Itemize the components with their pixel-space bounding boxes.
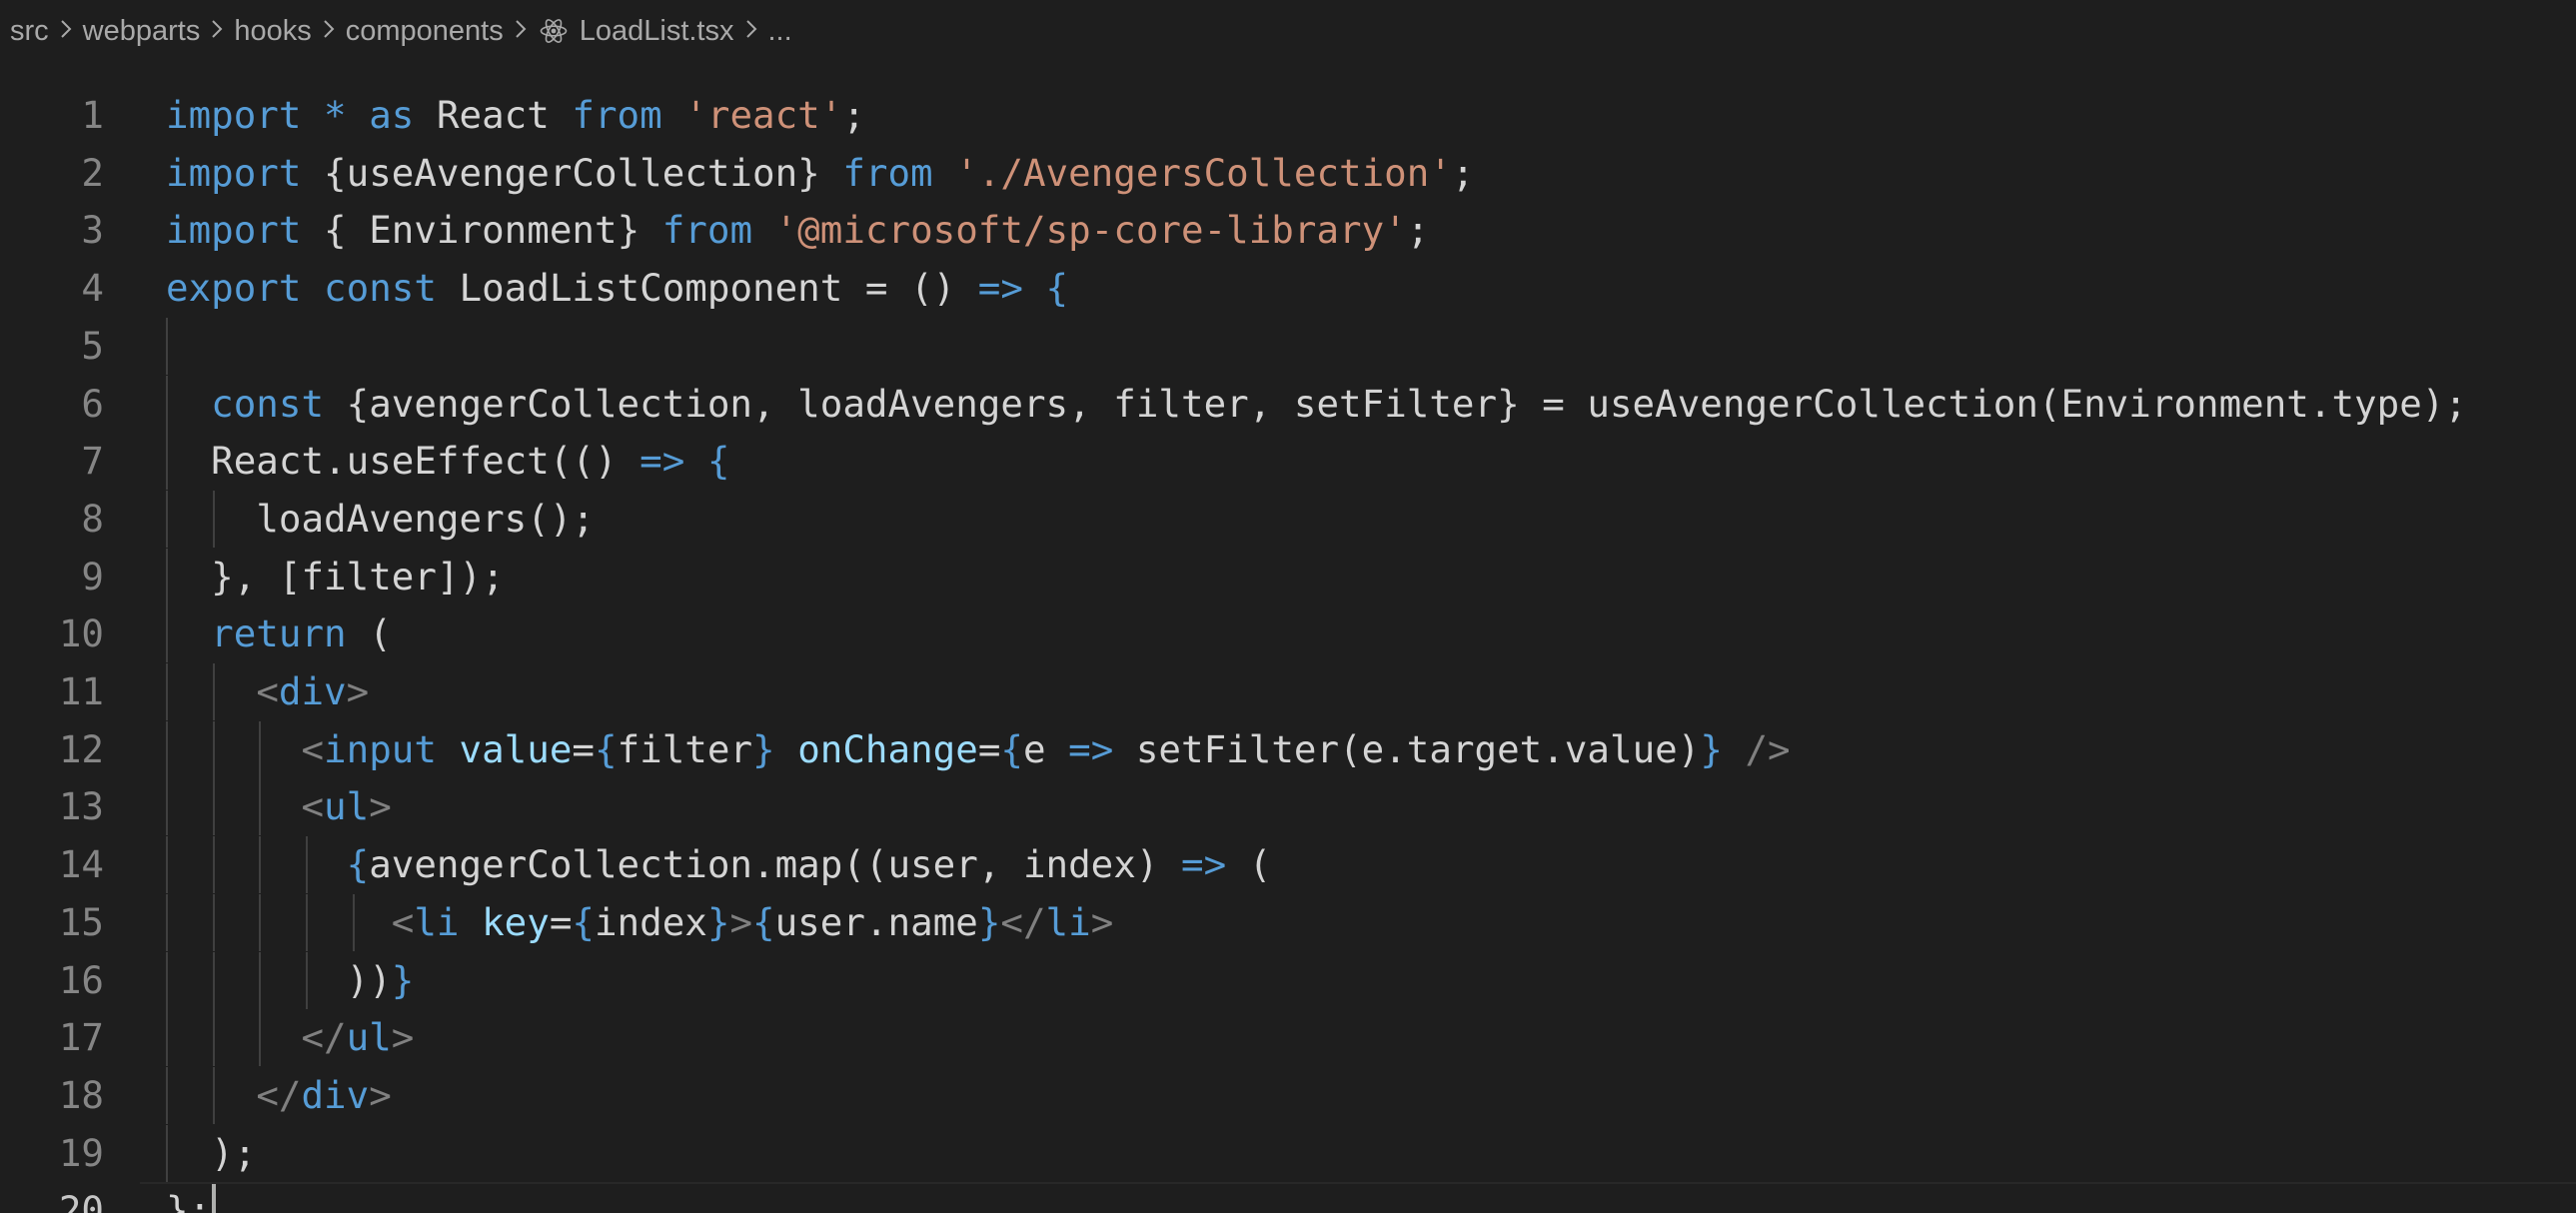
code-line-text: ); — [211, 1130, 257, 1175]
code-line-text: </ul> — [301, 1015, 415, 1060]
chevron-right-icon — [734, 15, 768, 48]
line-number: 4 — [81, 266, 104, 311]
breadcrumb-item-symbols[interactable]: ... — [768, 15, 792, 48]
breadcrumb-item-hooks[interactable]: hooks — [234, 15, 311, 48]
react-icon — [538, 15, 570, 47]
code-line-text: ))} — [346, 957, 415, 1002]
line-number: 15 — [58, 899, 104, 944]
line-number: 7 — [81, 439, 104, 484]
breadcrumb-item-webparts[interactable]: webparts — [83, 15, 201, 48]
code-line[interactable]: 11 <div> — [0, 663, 2576, 720]
code-line-text: }; — [166, 1188, 212, 1213]
text-cursor — [212, 1184, 217, 1213]
code-line[interactable]: 9 }, [filter]); — [0, 548, 2576, 606]
code-line[interactable]: 20}; — [0, 1182, 2576, 1213]
chevron-right-icon — [200, 15, 234, 48]
code-line[interactable]: 3 import { Environment} from '@microsoft/… — [0, 202, 2576, 259]
code-line-text: import {useAvengerCollection} from './Av… — [166, 150, 1475, 195]
line-number: 16 — [58, 957, 104, 1002]
code-line-text: }, [filter]); — [211, 554, 505, 599]
line-number: 1 — [81, 93, 104, 137]
line-number: 9 — [81, 554, 104, 599]
line-number: 20 — [58, 1188, 104, 1213]
line-number: 2 — [81, 150, 104, 195]
code-line[interactable]: 1 import * as React from 'react'; — [0, 87, 2576, 144]
indent-guide — [166, 317, 168, 375]
line-number: 17 — [58, 1015, 104, 1060]
line-number: 8 — [81, 496, 104, 541]
code-line[interactable]: 5 — [0, 317, 2576, 375]
code-line-text: React.useEffect(() => { — [211, 439, 730, 484]
breadcrumb-item-components[interactable]: components — [346, 15, 504, 48]
code-line-text: return ( — [211, 611, 392, 656]
line-number: 13 — [58, 784, 104, 829]
code-line-text: </div> — [256, 1072, 392, 1117]
code-line-text: <li key={index}>{user.name}</li> — [391, 899, 1114, 944]
line-number: 5 — [81, 323, 104, 368]
breadcrumb-item-file[interactable]: LoadList.tsx — [580, 15, 734, 48]
current-line-highlight — [140, 1182, 2576, 1213]
chevron-right-icon — [49, 15, 83, 48]
code-line-text: const {avengerCollection, loadAvengers, … — [211, 381, 2467, 426]
code-line-text: {avengerCollection.map((user, index) => … — [346, 842, 1272, 887]
line-number: 10 — [58, 611, 104, 656]
line-number: 12 — [58, 726, 104, 771]
code-editor[interactable]: src webparts hooks components LoadList.t… — [0, 0, 2576, 1213]
line-number: 3 — [81, 208, 104, 253]
chevron-right-icon — [504, 15, 538, 48]
code-line[interactable]: 13 <ul> — [0, 778, 2576, 836]
code-line[interactable]: 18 </div> — [0, 1066, 2576, 1124]
code-line[interactable]: 10 return ( — [0, 606, 2576, 663]
breadcrumb: src webparts hooks components LoadList.t… — [10, 6, 792, 56]
code-line-text: <ul> — [301, 784, 392, 829]
code-line-text: export const LoadListComponent = () => { — [166, 266, 1069, 311]
code-line-text: import { Environment} from '@microsoft/s… — [166, 208, 1430, 253]
code-line[interactable]: 14 {avengerCollection.map((user, index) … — [0, 836, 2576, 894]
line-number: 11 — [58, 669, 104, 713]
code-line[interactable]: 19 ); — [0, 1124, 2576, 1182]
breadcrumb-item-src[interactable]: src — [10, 15, 49, 48]
line-number: 18 — [58, 1072, 104, 1117]
code-line[interactable]: 15 <li key={index}>{user.name}</li> — [0, 893, 2576, 951]
code-line-text: <div> — [256, 669, 370, 713]
code-line-text: import * as React from 'react'; — [166, 93, 865, 137]
code-area[interactable]: 1 import * as React from 'react'; 2 import … — [0, 87, 2576, 1213]
code-line[interactable]: 16 ))} — [0, 951, 2576, 1009]
chevron-right-icon — [312, 15, 346, 48]
code-line[interactable]: 7 React.useEffect(() => { — [0, 433, 2576, 491]
line-number: 6 — [81, 381, 104, 426]
code-line[interactable]: 2 import {useAvengerCollection} from './A… — [0, 145, 2576, 202]
code-line[interactable]: 4 export const LoadListComponent = () => … — [0, 260, 2576, 317]
code-line-text: <input value={filter} onChange={e => set… — [301, 726, 1791, 771]
code-line-text: loadAvengers(); — [256, 496, 595, 541]
code-line[interactable]: 8 loadAvengers(); — [0, 490, 2576, 548]
code-line[interactable]: 17 </ul> — [0, 1009, 2576, 1067]
line-number: 19 — [58, 1130, 104, 1175]
line-number: 14 — [58, 842, 104, 887]
code-line[interactable]: 6 const {avengerCollection, loadAvengers… — [0, 375, 2576, 433]
code-line[interactable]: 12 <input value={filter} onChange={e => … — [0, 720, 2576, 778]
